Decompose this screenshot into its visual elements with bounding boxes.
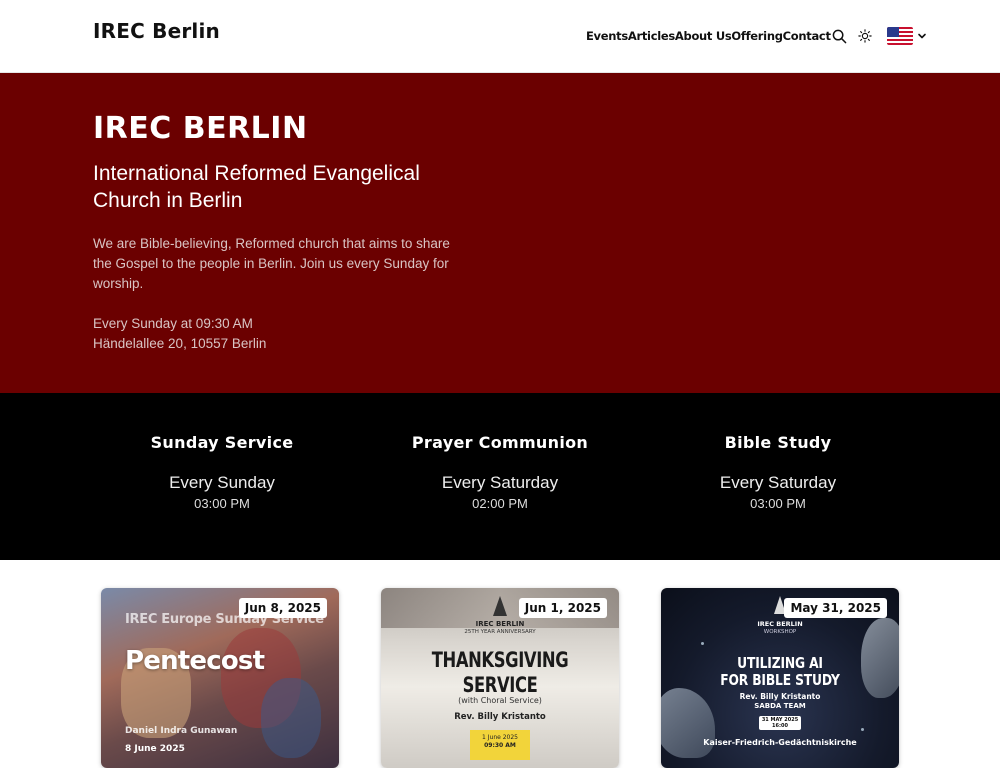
schedule-time: 03:00 PM [194,496,250,511]
poster-kind: WORKSHOP [763,629,797,635]
poster-speaker: Rev. Billy Kristanto [454,712,546,722]
nav-articles[interactable]: Articles [628,29,675,43]
site-header: IREC Berlin Events Articles About Us Off… [0,0,1000,73]
schedule-day: Every Sunday [169,473,275,492]
event-card-pentecost[interactable]: IREC Europe Sunday Service Pentecost Dan… [101,588,339,768]
nav-contact[interactable]: Contact [783,29,831,43]
schedule-item-prayer-communion: Prayer Communion Every Saturday 02:00 PM [370,433,630,511]
event-date-badge: Jun 8, 2025 [238,598,327,618]
chevron-down-icon[interactable] [917,31,927,41]
sun-icon[interactable] [856,27,874,45]
schedule-item-sunday-service: Sunday Service Every Sunday 03:00 PM [92,433,352,511]
hero-subtitle: International Reformed Evangelical Churc… [93,162,420,212]
poster-title-line1: THANKSGIVING [431,648,569,672]
poster-anniversary: 25TH YEAR ANNIVERSARY [464,629,536,635]
poster-art [261,678,321,758]
hero-description: We are Bible-believing, Reformed church … [93,236,450,291]
poster-date: 8 June 2025 [125,744,185,754]
poster-date: 1 June 2025 [482,734,518,741]
poster-subtitle: (with Choral Service) [458,696,542,705]
poster-speaker: Rev. Billy Kristanto [739,692,821,701]
search-icon[interactable] [831,27,849,45]
main-nav: Events Articles About Us Offering Contac… [586,27,927,45]
poster-org: IREC BERLIN [757,620,803,628]
poster-title-line2: SERVICE [462,673,538,697]
schedule-time: 02:00 PM [472,496,528,511]
poster-title-line1: UTILIZING AI [737,654,823,672]
event-card-thanksgiving[interactable]: IREC BERLIN 25TH YEAR ANNIVERSARY THANKS… [381,588,619,768]
poster-title: Pentecost [125,646,265,676]
schedule-title: Prayer Communion [411,433,589,452]
poster-title-line2: FOR BIBLE STUDY [720,671,840,689]
poster-org: IREC BERLIN [475,620,525,628]
poster-time: 09:30 AM [484,742,516,749]
events-section: IREC Europe Sunday Service Pentecost Dan… [0,560,1000,768]
schedule-item-bible-study: Bible Study Every Saturday 03:00 PM [648,433,908,511]
nav-events[interactable]: Events [586,29,628,43]
poster-team: SABDA TEAM [754,702,806,710]
poster-speaker: Daniel Indra Gunawan [125,726,238,736]
hero-time: Every Sunday at 09:30 AM [93,316,253,331]
schedule-title: Bible Study [724,433,832,452]
poster-venue: Kaiser-Friedrich-Gedächtniskirche [703,738,857,747]
hero-section: IREC BERLIN International Reformed Evang… [0,73,1000,393]
event-date-badge: May 31, 2025 [784,598,887,618]
us-flag-icon[interactable] [886,27,913,45]
schedule-day: Every Saturday [719,473,837,492]
nav-offering[interactable]: Offering [731,29,783,43]
schedule-day: Every Saturday [441,473,559,492]
poster-sparkle [701,642,704,645]
event-card-ai-bible-study[interactable]: IREC BERLIN WORKSHOP UTILIZING AI FOR BI… [661,588,899,768]
schedule-title: Sunday Service [150,433,294,452]
nav-about-us[interactable]: About Us [675,29,732,43]
event-date-badge: Jun 1, 2025 [518,598,607,618]
hero-address: Händelallee 20, 10557 Berlin [93,336,267,351]
brand-logo-text[interactable]: IREC Berlin [93,19,220,43]
hero-title: IREC BERLIN [93,111,308,146]
hero-service-info: Every Sunday at 09:30 AM Händelallee 20,… [93,314,266,354]
schedule-time: 03:00 PM [750,496,806,511]
schedule-band: Sunday Service Every Sunday 03:00 PM Pra… [0,393,1000,560]
poster-time: 16:00 [772,723,788,729]
